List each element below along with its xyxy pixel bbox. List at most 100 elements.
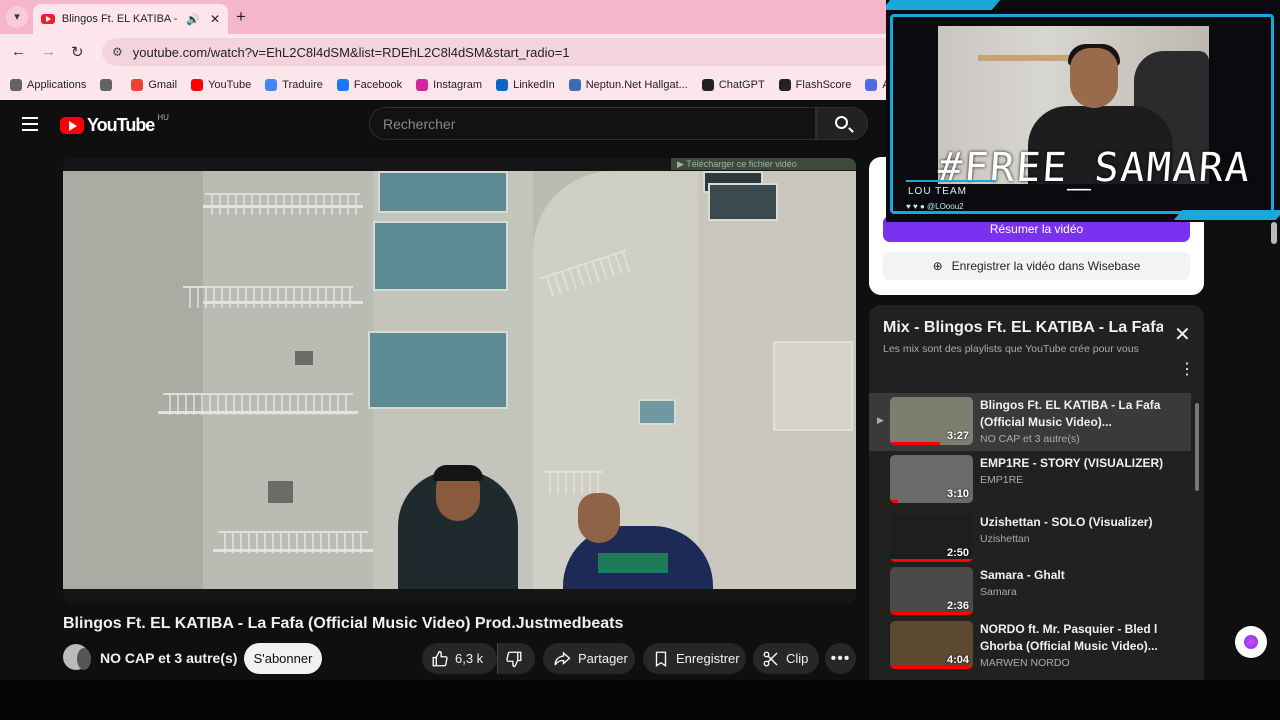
more-vert-icon[interactable]: ⋮ [1179,362,1195,378]
reload-icon[interactable]: ↻ [71,43,84,61]
clip-button[interactable]: Clip [753,643,819,674]
bookmark-item[interactable]: Facebook [336,79,402,91]
bookmark-item[interactable]: Gmail [131,79,177,91]
bookmark-item[interactable]: Applications [10,79,86,91]
playlist-item-author: NO CAP et 3 autre(s) [980,433,1080,445]
mix-scrollbar[interactable] [1194,393,1200,680]
download-video-bar[interactable]: ▶ Télécharger ce fichier vidéo [671,158,856,170]
bookmark-item[interactable]: FlashScore [778,79,852,91]
site-info-icon[interactable]: ⚙ [112,45,123,59]
playlist-item[interactable]: 2:50 Uzishettan - SOLO (Visualizer) Uzishe… [869,510,1191,568]
duration-badge: 2:36 [946,600,969,612]
youtube-play-icon [60,117,84,134]
bookmark-label: FlashScore [795,79,852,91]
thumbs-up-icon [432,650,448,666]
bookmark-item[interactable]: ChatGPT [701,79,765,91]
address-bar[interactable]: ⚙ youtube.com/watch?v=EhL2C8l4dSM&list=R… [102,38,902,66]
tab-search-chevron-icon[interactable]: ▾ [6,6,28,28]
share-button[interactable]: Partager [543,643,635,674]
bookmark-icon [496,79,509,91]
mix-title[interactable]: Mix - Blingos Ft. EL KATIBA - La Fafa (O… [883,319,1163,337]
page-scroll-thumb[interactable] [1271,222,1277,244]
forward-icon[interactable]: → [41,43,56,60]
scissors-icon [763,651,778,666]
share-icon [554,651,571,665]
clip-label: Clip [786,651,809,666]
assistant-bubble-icon[interactable] [1235,626,1267,658]
video-player[interactable]: ▶ Télécharger ce fichier vidéo [63,158,856,603]
playlist-item[interactable]: 3:10 EMP1RE - STORY (VISUALIZER) EMP1RE [869,451,1191,509]
bookmark-icon [865,79,878,91]
like-button[interactable]: 6,3 k [422,643,497,674]
bookmark-item[interactable]: Traduire [265,79,323,91]
bookmark-icon [416,79,429,91]
watch-progress [890,500,899,503]
bookmark-item[interactable]: Instagram [416,79,482,91]
video-thumbnail[interactable]: 2:50 [890,514,973,562]
watch-progress [890,666,973,669]
playlist-item[interactable]: 2:36 Samara - Ghalt Samara [869,563,1191,621]
channel-name[interactable]: NO CAP et 3 autre(s) [100,650,237,666]
bookmark-icon [10,79,22,91]
save-button[interactable]: Enregistrer [643,643,746,674]
bookmark-icon [655,651,667,667]
youtube-logo[interactable]: YouTube HU [60,113,169,136]
youtube-wordmark: YouTube [87,115,155,135]
duration-badge: 2:50 [946,547,969,559]
video-thumbnail[interactable]: 2:36 [890,567,973,615]
bottom-area [0,680,1280,720]
browser-tab-active[interactable]: Blingos Ft. EL KATIBA - La Fafa 🔊 ✕ [33,4,228,34]
speaker-icon[interactable]: 🔊 [186,13,200,26]
video-thumbnail[interactable]: 3:27 [890,397,973,445]
like-count: 6,3 k [455,651,484,666]
search-input[interactable] [383,115,783,132]
bookmark-item[interactable]: YouTube [191,79,251,91]
search-button[interactable] [816,107,868,140]
playlist-item-title: EMP1RE - STORY (VISUALIZER) [980,456,1164,470]
bookmark-label: YouTube [208,79,252,91]
apps-grid-icon [100,79,113,91]
overlay-accent [886,0,1001,10]
save-to-wisebase-button[interactable]: ⊕ Enregistrer la vidéo dans Wisebase [883,252,1190,280]
video-frame [63,171,856,589]
save-plus-icon: ⊕ [932,259,943,273]
bookmark-icon [265,79,278,91]
watch-progress [890,559,973,562]
menu-icon[interactable] [22,117,38,131]
save-label: Enregistrer [676,651,740,666]
overlay-team: LOU TEAM [908,186,967,197]
mix-subtitle: Les mix sont des playlists que YouTube c… [883,343,1139,355]
bookmark-icon [191,79,204,91]
share-label: Partager [578,651,628,666]
back-icon[interactable]: ← [11,43,26,60]
bookmark-item[interactable] [100,79,117,91]
mix-scroll-thumb[interactable] [1195,403,1199,491]
video-thumbnail[interactable]: 3:10 [890,455,973,503]
subscribe-button[interactable]: S'abonner [244,643,322,674]
duration-badge: 3:10 [946,488,969,500]
bookmark-icon [701,79,714,91]
dislike-button[interactable] [497,643,535,674]
video-title: Blingos Ft. EL KATIBA - La Fafa (Officia… [63,615,624,632]
bookmark-icon [336,79,349,91]
bookmark-item[interactable]: Neptun.Net Hallgat... [568,79,688,91]
bookmark-label: Traduire [282,79,323,91]
playlist-item-author: MARWEN NORDO [980,657,1070,669]
new-tab-icon[interactable]: + [236,7,246,27]
close-tab-icon[interactable]: ✕ [210,12,220,26]
mix-playlist-panel: Mix - Blingos Ft. EL KATIBA - La Fafa (O… [869,305,1204,680]
close-icon[interactable]: ✕ [1174,325,1191,345]
playlist-item[interactable]: ▶ 3:27 Blingos Ft. EL KATIBA - La Fafa (Of… [869,393,1191,451]
more-actions-icon[interactable]: ••• [825,643,856,674]
bookmark-label: ChatGPT [718,79,765,91]
bookmark-icon [131,79,144,91]
webcam-overlay: #FREE_SAMARA LOU TEAM ♥ ♥ ● @LOoou2 [886,0,1280,222]
playlist-item[interactable]: 4:04 NORDO ft. Mr. Pasquier - Bled l Ghor… [869,617,1191,675]
search-icon [835,116,848,129]
screen: ▾ Blingos Ft. EL KATIBA - La Fafa 🔊 ✕ + … [0,0,1280,720]
bookmark-item[interactable]: LinkedIn [496,79,555,91]
channel-avatar-secondary[interactable] [77,648,91,670]
playlist-item-title: Blingos Ft. EL KATIBA - La Fafa (Officia… [980,398,1161,429]
overlay-hashtag: #FREE_SAMARA [936,145,1253,191]
video-thumbnail[interactable]: 4:04 [890,621,973,669]
